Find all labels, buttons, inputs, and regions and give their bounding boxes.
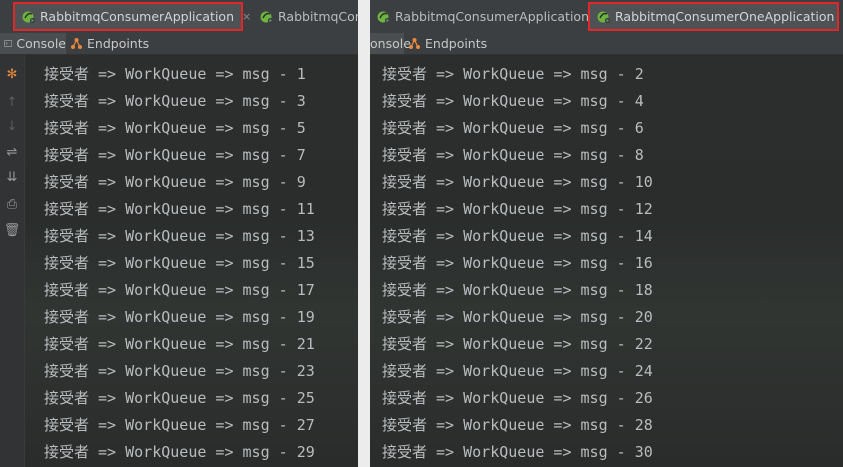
- spring-run-icon: [597, 11, 611, 24]
- console-line: 接受者 => WorkQueue => msg - 4: [382, 92, 644, 110]
- run-tab-bar: RabbitmqConsumerApplication × RabbitmqCo…: [370, 0, 843, 34]
- left-run-panel: RabbitmqConsumerApplication × RabbitmqCo…: [0, 0, 358, 467]
- console-line: 接受者 => WorkQueue => msg - 8: [382, 146, 644, 164]
- right-run-panel: RabbitmqConsumerApplication × RabbitmqCo…: [370, 0, 843, 467]
- spring-run-icon: [22, 11, 36, 24]
- console-line: 接受者 => WorkQueue => msg - 21: [44, 335, 315, 353]
- tab-label: Endpoints: [87, 36, 150, 51]
- tool-window-tabs: onsole Endpoints: [370, 33, 843, 55]
- console-line: 接受者 => WorkQueue => msg - 24: [382, 362, 653, 380]
- rerun-icon[interactable]: ✻: [3, 65, 21, 83]
- console-line: 接受者 => WorkQueue => msg - 2: [382, 65, 644, 83]
- console-line: 接受者 => WorkQueue => msg - 12: [382, 200, 653, 218]
- console-line: 接受者 => WorkQueue => msg - 6: [382, 119, 644, 137]
- scroll-to-end-icon[interactable]: ⇊: [3, 168, 21, 186]
- panel-divider: [358, 0, 370, 467]
- console-line: 接受者 => WorkQueue => msg - 20: [382, 308, 653, 326]
- endpoints-icon: [409, 38, 420, 49]
- console-line: 接受者 => WorkQueue => msg - 16: [382, 254, 653, 272]
- print-icon[interactable]: ⎙: [3, 195, 21, 213]
- console-line: 接受者 => WorkQueue => msg - 9: [44, 173, 306, 191]
- console-line: 接受者 => WorkQueue => msg - 26: [382, 389, 653, 407]
- console-icon: [4, 40, 13, 47]
- console-line: 接受者 => WorkQueue => msg - 7: [44, 146, 306, 164]
- tab-rabbitmq-consumer-application[interactable]: RabbitmqConsumerApplication ×: [13, 2, 251, 31]
- console-line: 接受者 => WorkQueue => msg - 10: [382, 173, 653, 191]
- tab-label: Endpoints: [425, 36, 488, 51]
- tab-label: RabbitmqConsumerApplication: [395, 9, 590, 24]
- tab-label: RabbitmqConsumerApplication: [278, 9, 358, 24]
- console-line: 接受者 => WorkQueue => msg - 23: [44, 362, 315, 380]
- tab-label: RabbitmqConsumerApplication: [40, 9, 235, 24]
- console-line: 接受者 => WorkQueue => msg - 13: [44, 227, 315, 245]
- console-line: 接受者 => WorkQueue => msg - 15: [44, 254, 315, 272]
- console-line: 接受者 => WorkQueue => msg - 3: [44, 92, 306, 110]
- console-line: 接受者 => WorkQueue => msg - 11: [44, 200, 315, 218]
- console-line: 接受者 => WorkQueue => msg - 17: [44, 281, 315, 299]
- run-tab-bar: RabbitmqConsumerApplication × RabbitmqCo…: [0, 0, 358, 34]
- console-line: 接受者 => WorkQueue => msg - 19: [44, 308, 315, 326]
- console-line: 接受者 => WorkQueue => msg - 5: [44, 119, 306, 137]
- spring-run-icon: [260, 11, 274, 24]
- console-output: 接受者 => WorkQueue => msg - 1 接受者 => WorkQu…: [25, 55, 358, 467]
- console-line: 接受者 => WorkQueue => msg - 29: [44, 443, 315, 461]
- trash-icon[interactable]: 🗑: [3, 221, 21, 239]
- soft-wrap-icon[interactable]: ⇌: [3, 143, 21, 161]
- tab-label: Console: [16, 36, 66, 51]
- tool-window-tabs: Console Endpoints: [0, 33, 358, 55]
- console-line: 接受者 => WorkQueue => msg - 27: [44, 416, 315, 434]
- spring-run-icon: [377, 11, 391, 24]
- console-line: 接受者 => WorkQueue => msg - 14: [382, 227, 653, 245]
- tab-rabbitmq-consumer-application[interactable]: RabbitmqConsumerApplication ×: [370, 4, 606, 29]
- tab-label: RabbitmqConsumerOneApplication: [615, 9, 835, 24]
- tab-rabbitmq-consumer-one-application[interactable]: RabbitmqConsumerOneApplication ×: [588, 2, 843, 31]
- console-line: 接受者 => WorkQueue => msg - 25: [44, 389, 315, 407]
- console-line: 接受者 => WorkQueue => msg - 18: [382, 281, 653, 299]
- console-line: 接受者 => WorkQueue => msg - 30: [382, 443, 653, 461]
- endpoints-icon: [71, 38, 82, 49]
- tab-endpoints[interactable]: Endpoints: [408, 33, 490, 54]
- console-output: 接受者 => WorkQueue => msg - 2 接受者 => WorkQu…: [370, 55, 843, 467]
- tab-rabbitmq-consumer-application-2[interactable]: RabbitmqConsumerApplication: [253, 4, 358, 29]
- up-arrow-icon[interactable]: ↑: [3, 93, 21, 111]
- console-line: 接受者 => WorkQueue => msg - 22: [382, 335, 653, 353]
- tab-endpoints[interactable]: Endpoints: [70, 33, 150, 54]
- close-icon[interactable]: ×: [242, 10, 251, 23]
- tab-label: onsole: [370, 36, 411, 51]
- console-line: 接受者 => WorkQueue => msg - 28: [382, 416, 653, 434]
- console-line: 接受者 => WorkQueue => msg - 1: [44, 65, 306, 83]
- down-arrow-icon[interactable]: ↓: [3, 117, 21, 135]
- tab-console[interactable]: Console: [0, 33, 66, 54]
- console-side-toolbar: ✻ ↑ ↓ ⇌ ⇊ ⎙ 🗑: [0, 55, 25, 467]
- tab-console[interactable]: onsole: [370, 33, 411, 54]
